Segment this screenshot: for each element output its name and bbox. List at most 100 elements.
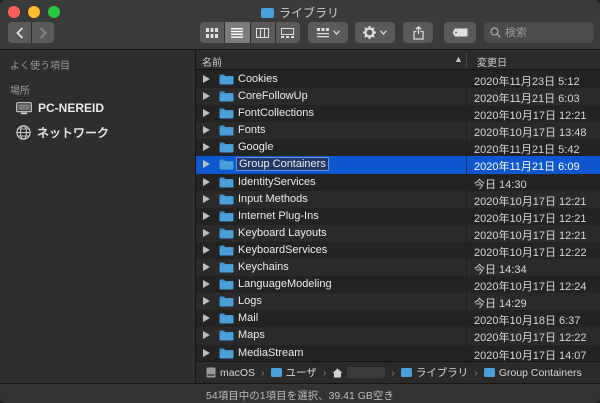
home-icon <box>332 368 343 377</box>
column-divider-line <box>466 190 467 208</box>
action-menu-button[interactable] <box>355 22 395 43</box>
column-divider-line <box>466 224 467 242</box>
search-input[interactable] <box>505 26 585 39</box>
disclosure-triangle-icon[interactable] <box>203 109 210 118</box>
file-name: Internet Plug-Ins <box>238 209 319 222</box>
disclosure-triangle-icon[interactable] <box>203 228 210 237</box>
list-view-button[interactable] <box>224 22 250 43</box>
table-row[interactable]: Keychains 今日 14:34 <box>196 259 600 277</box>
folder-icon <box>219 177 234 188</box>
group-by-button[interactable] <box>308 22 348 43</box>
columns-icon <box>256 27 270 38</box>
table-row[interactable]: Input Methods 2020年10月17日 12:21 <box>196 190 600 208</box>
folder-icon <box>219 313 234 324</box>
file-name: Group Containers <box>236 157 329 172</box>
file-name: Keychains <box>238 261 289 274</box>
folder-icon <box>219 91 234 102</box>
sidebar: よく使う項目 場所 PC-NEREID ネットワーク <box>0 50 196 383</box>
path-separator-icon: › <box>261 366 265 379</box>
back-button[interactable] <box>8 22 31 43</box>
chevron-down-icon <box>332 30 340 35</box>
table-row[interactable]: CoreFollowUp 2020年11月21日 6:03 <box>196 88 600 106</box>
table-row[interactable]: Logs 今日 14:29 <box>196 293 600 311</box>
column-divider-line <box>466 276 467 294</box>
chevron-down-icon <box>380 30 387 35</box>
disclosure-triangle-icon[interactable] <box>203 263 210 272</box>
column-header-name[interactable]: 名前 <box>202 54 222 69</box>
path-separator-icon: › <box>474 366 478 379</box>
favorites-heading: よく使う項目 <box>10 61 70 72</box>
disclosure-triangle-icon[interactable] <box>203 245 210 254</box>
column-divider-line <box>466 173 467 191</box>
column-view-button[interactable] <box>249 22 275 43</box>
disclosure-triangle-icon[interactable] <box>203 348 210 357</box>
locations-heading: 場所 <box>10 86 30 97</box>
disclosure-triangle-icon[interactable] <box>203 75 210 83</box>
folder-icon <box>219 211 234 222</box>
gallery-view-button[interactable] <box>274 22 300 43</box>
path-segment-library[interactable]: ライブラリ <box>416 365 469 380</box>
disclosure-triangle-icon[interactable] <box>203 280 210 289</box>
disclosure-triangle-icon[interactable] <box>203 160 210 169</box>
column-divider-line <box>466 241 467 260</box>
sidebar-item-label: PC-NEREID <box>38 101 105 115</box>
modified-date: 2020年10月17日 12:21 <box>474 110 587 123</box>
folder-icon <box>219 74 234 85</box>
modified-date: 2020年10月18日 6:37 <box>474 315 581 328</box>
forward-button[interactable] <box>31 22 54 43</box>
modified-date: 2020年10月17日 13:48 <box>474 127 587 140</box>
folder-icon <box>219 262 234 273</box>
computer-icon <box>16 101 32 114</box>
table-row[interactable]: Group Containers 2020年11月21日 6:09 <box>196 156 600 174</box>
toolbar: ライブラリ <box>0 0 600 50</box>
disclosure-triangle-icon[interactable] <box>203 314 210 323</box>
path-segment-users[interactable]: ユーザ <box>286 365 317 380</box>
search-field[interactable] <box>484 22 594 43</box>
disclosure-triangle-icon[interactable] <box>203 297 210 306</box>
disclosure-triangle-icon[interactable] <box>203 177 210 186</box>
table-row[interactable]: Maps 2020年10月17日 12:22 <box>196 327 600 345</box>
users-folder-icon <box>270 368 282 377</box>
disclosure-triangle-icon[interactable] <box>203 211 210 220</box>
path-segment-macos[interactable]: macOS <box>220 367 255 379</box>
file-name: IdentityServices <box>238 175 316 188</box>
column-divider[interactable] <box>466 53 467 67</box>
column-divider-line <box>466 259 467 277</box>
share-button[interactable] <box>403 22 433 43</box>
table-row[interactable]: MediaStream 2020年10月17日 14:07 <box>196 344 600 361</box>
chevron-left-icon <box>15 26 23 39</box>
path-segment-group-containers[interactable]: Group Containers <box>499 367 582 379</box>
table-row[interactable]: Internet Plug-Ins 2020年10月17日 12:21 <box>196 207 600 225</box>
table-row[interactable]: Mail 2020年10月18日 6:37 <box>196 310 600 328</box>
table-row[interactable]: Google 2020年11月21日 5:42 <box>196 139 600 157</box>
column-divider-line <box>466 105 467 123</box>
modified-date: 2020年11月21日 6:09 <box>474 161 580 174</box>
disclosure-triangle-icon[interactable] <box>203 194 210 203</box>
column-header-date[interactable]: 変更日 <box>477 54 507 69</box>
icon-view-button[interactable] <box>200 22 224 43</box>
share-icon <box>412 25 424 40</box>
disclosure-triangle-icon[interactable] <box>203 143 210 152</box>
group-icon <box>316 27 329 37</box>
table-row[interactable]: Fonts 2020年10月17日 13:48 <box>196 122 600 140</box>
file-name: Keyboard Layouts <box>238 226 327 239</box>
disclosure-triangle-icon[interactable] <box>203 126 210 135</box>
table-row[interactable]: KeyboardServices 2020年10月17日 12:22 <box>196 241 600 260</box>
tag-button[interactable] <box>444 22 476 43</box>
sidebar-item-pc-nereid[interactable]: PC-NEREID <box>16 101 104 115</box>
disclosure-triangle-icon[interactable] <box>203 331 210 340</box>
table-row[interactable]: FontCollections 2020年10月17日 12:21 <box>196 105 600 123</box>
sidebar-item-network[interactable]: ネットワーク <box>16 124 109 141</box>
table-row[interactable]: LanguageModeling 2020年10月17日 12:24 <box>196 276 600 294</box>
folder-icon <box>219 279 234 290</box>
disclosure-triangle-icon[interactable] <box>203 92 210 101</box>
column-divider-line <box>466 207 467 225</box>
group-containers-folder-icon <box>483 368 495 377</box>
window-title: ライブラリ <box>0 4 600 21</box>
modified-date: 2020年10月17日 12:21 <box>474 195 587 208</box>
folder-icon <box>219 296 234 307</box>
table-row[interactable]: IdentityServices 今日 14:30 <box>196 173 600 191</box>
gallery-icon <box>281 27 295 38</box>
table-row[interactable]: Cookies 2020年11月23日 5:12 <box>196 71 600 89</box>
table-row[interactable]: Keyboard Layouts 2020年10月17日 12:21 <box>196 224 600 242</box>
